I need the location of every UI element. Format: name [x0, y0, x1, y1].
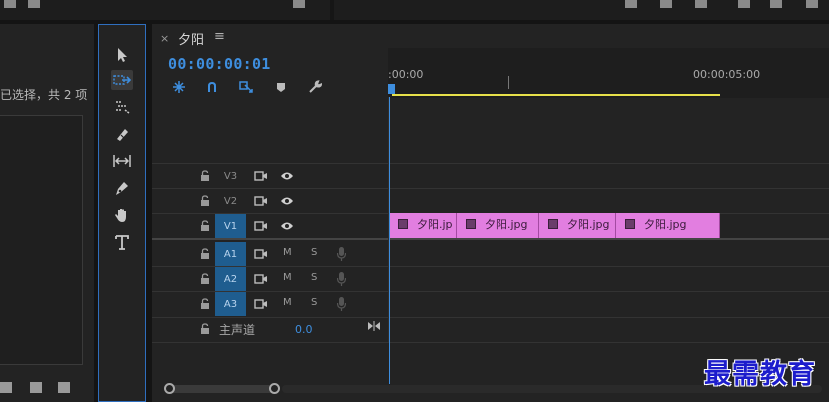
- go-to-end-icon[interactable]: [368, 321, 380, 331]
- ruler-timecode: 00:00:05:00: [693, 68, 761, 81]
- marker-icon[interactable]: [625, 0, 637, 8]
- microphone-icon[interactable]: [336, 247, 347, 261]
- tools-panel: [98, 24, 146, 402]
- lock-icon[interactable]: [200, 195, 210, 207]
- solo-button[interactable]: S: [311, 272, 317, 283]
- track-label[interactable]: V3: [215, 164, 246, 188]
- lock-icon[interactable]: [200, 298, 210, 310]
- zoom-scrollbar[interactable]: [168, 385, 276, 393]
- mute-button[interactable]: M: [283, 297, 292, 308]
- trash-icon[interactable]: [58, 382, 70, 393]
- linked-selection-icon[interactable]: [238, 80, 254, 94]
- play-icon[interactable]: [806, 0, 818, 8]
- sync-lock-icon[interactable]: [254, 220, 268, 232]
- scroll-handle-left[interactable]: [164, 383, 175, 394]
- slip-tool-icon[interactable]: [111, 151, 133, 171]
- add-marker-icon[interactable]: [273, 80, 289, 94]
- lock-icon[interactable]: [200, 220, 210, 232]
- selection-tool-icon[interactable]: [111, 45, 133, 65]
- sync-lock-icon[interactable]: [254, 298, 268, 310]
- ruler-timecode: :00:00: [388, 68, 424, 81]
- scroll-handle-right[interactable]: [269, 383, 280, 394]
- master-volume-value[interactable]: 0.0: [295, 323, 313, 336]
- close-tab-icon[interactable]: ×: [160, 32, 169, 45]
- track-select-forward-tool-icon[interactable]: [111, 70, 133, 90]
- panel-icon[interactable]: [4, 0, 16, 8]
- pen-tool-icon[interactable]: [111, 178, 133, 198]
- fx-badge-icon: [398, 219, 408, 229]
- go-to-in-icon[interactable]: [738, 0, 750, 8]
- ripple-edit-tool-icon[interactable]: [111, 97, 133, 117]
- lock-icon[interactable]: [200, 248, 210, 260]
- track-header-v1: V1: [152, 214, 388, 239]
- mark-out-icon[interactable]: [695, 0, 707, 8]
- track-label[interactable]: A2: [215, 267, 246, 291]
- playhead-timecode[interactable]: 00:00:00:01: [168, 55, 271, 73]
- sync-lock-icon[interactable]: [254, 170, 268, 182]
- eye-icon[interactable]: [280, 171, 294, 181]
- wrench-settings-icon[interactable]: [307, 80, 323, 94]
- track-label[interactable]: V2: [215, 189, 246, 213]
- mute-button[interactable]: M: [283, 272, 292, 283]
- panel-icon[interactable]: [28, 0, 40, 8]
- project-item-list[interactable]: [0, 115, 83, 365]
- step-back-icon[interactable]: [770, 0, 782, 8]
- track-header-a1: A1 M S: [152, 242, 388, 267]
- mark-in-icon[interactable]: [660, 0, 672, 8]
- folder-icon[interactable]: [0, 382, 12, 393]
- add-icon[interactable]: [293, 0, 305, 8]
- master-track-label: 主声道: [219, 323, 256, 337]
- new-item-icon[interactable]: [30, 382, 42, 393]
- lock-icon[interactable]: [200, 273, 210, 285]
- timeline-clip[interactable]: 夕阳.jpg: [616, 213, 720, 238]
- playhead-line[interactable]: [389, 97, 390, 384]
- selection-status: 已选择，共 2 项: [0, 88, 88, 102]
- microphone-icon[interactable]: [336, 297, 347, 311]
- playhead-handle[interactable]: [388, 84, 395, 94]
- solo-button[interactable]: S: [311, 297, 317, 308]
- lock-icon[interactable]: [200, 170, 210, 182]
- watermark-logo: 最需教育: [704, 359, 816, 390]
- microphone-icon[interactable]: [336, 272, 347, 286]
- sequence-tab-title[interactable]: 夕阳: [178, 29, 204, 48]
- track-label[interactable]: V1: [215, 214, 246, 238]
- track-header-a2: A2 M S: [152, 267, 388, 292]
- eye-icon[interactable]: [280, 196, 294, 206]
- timeline-clip[interactable]: 夕阳.jpg: [457, 213, 539, 238]
- track-label[interactable]: A1: [215, 242, 246, 266]
- track-header-v2: V2: [152, 189, 388, 214]
- razor-tool-icon[interactable]: [111, 124, 133, 144]
- sync-lock-icon[interactable]: [254, 195, 268, 207]
- lock-icon[interactable]: [200, 323, 210, 335]
- timeline-clip[interactable]: 夕阳.jp: [389, 213, 457, 238]
- timeline-clip[interactable]: 夕阳.jpg: [539, 213, 616, 238]
- solo-button[interactable]: S: [311, 247, 317, 258]
- snap-magnet-icon[interactable]: [204, 80, 220, 94]
- track-header-v3: V3: [152, 164, 388, 189]
- eye-icon[interactable]: [280, 221, 294, 231]
- nest-toggle-icon[interactable]: [171, 80, 187, 94]
- panel-menu-icon[interactable]: ≡: [214, 29, 225, 44]
- project-panel: 已选择，共 2 项: [0, 24, 94, 402]
- fx-badge-icon: [625, 219, 635, 229]
- fx-badge-icon: [466, 219, 476, 229]
- mute-button[interactable]: M: [283, 247, 292, 258]
- time-ruler[interactable]: :00:00 00:00:05:00: [388, 48, 829, 98]
- top-panel-strip: [0, 0, 829, 20]
- work-area-bar[interactable]: [392, 94, 720, 96]
- track-header-a3: A3 M S: [152, 292, 388, 317]
- type-tool-icon[interactable]: [111, 232, 133, 252]
- timeline-panel: × 夕阳 ≡ 00:00:00:01 :00:00 00:00:05:00 V3: [152, 24, 829, 402]
- fx-badge-icon: [548, 219, 558, 229]
- hand-tool-icon[interactable]: [111, 205, 133, 225]
- track-label[interactable]: A3: [215, 292, 246, 316]
- sync-lock-icon[interactable]: [254, 248, 268, 260]
- sync-lock-icon[interactable]: [254, 273, 268, 285]
